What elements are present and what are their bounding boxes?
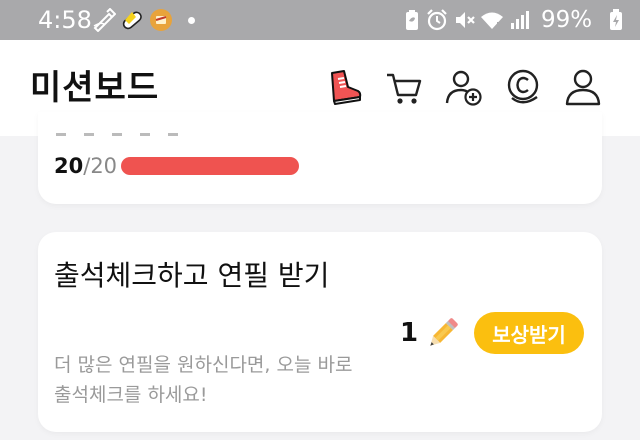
mission-description: 더 많은 연필을 원하신다면, 오늘 바로 출석체크를 하세요! — [54, 354, 353, 406]
mute-icon — [456, 12, 475, 28]
status-bar: 4:58 99% — [0, 0, 640, 40]
profile-icon[interactable] — [563, 67, 603, 107]
mission-progress: 20 / 20 — [54, 154, 300, 178]
battery-percent: 99% — [541, 7, 593, 33]
sneaker-icon[interactable] — [324, 67, 364, 107]
progress-current: 20 — [54, 154, 84, 178]
clipped-mission-text — [56, 128, 206, 138]
wifi-icon — [481, 12, 503, 29]
status-time: 4:58 — [38, 6, 92, 34]
charging-battery-icon — [610, 9, 622, 30]
reward-count: 1 — [400, 318, 419, 348]
capsule-icon — [122, 11, 142, 30]
sketch-pen-icon — [93, 8, 116, 32]
progress-bar — [121, 157, 300, 175]
progress-separator: / — [83, 154, 91, 178]
mission-card-progress: 20 / 20 — [38, 112, 602, 204]
signal-icon — [511, 11, 529, 29]
pencil-icon — [430, 318, 458, 346]
claim-reward-button[interactable]: 보상받기 — [474, 312, 584, 354]
mission-title: 출석체크하고 연필 받기 — [54, 259, 330, 292]
alarm-icon — [427, 9, 447, 31]
battery-saver-icon — [406, 10, 418, 30]
notification-dot — [188, 17, 195, 24]
page-title: 미션보드 — [30, 68, 160, 108]
cart-icon[interactable] — [384, 67, 424, 107]
app-badge-icon — [150, 9, 172, 31]
progress-total: 20 — [90, 154, 118, 178]
mission-card-attendance: 출석체크하고 연필 받기 더 많은 연필을 원하신다면, 오늘 바로 출석체크를… — [38, 232, 602, 432]
coin-icon[interactable] — [504, 67, 544, 107]
add-friend-icon[interactable] — [444, 67, 484, 107]
